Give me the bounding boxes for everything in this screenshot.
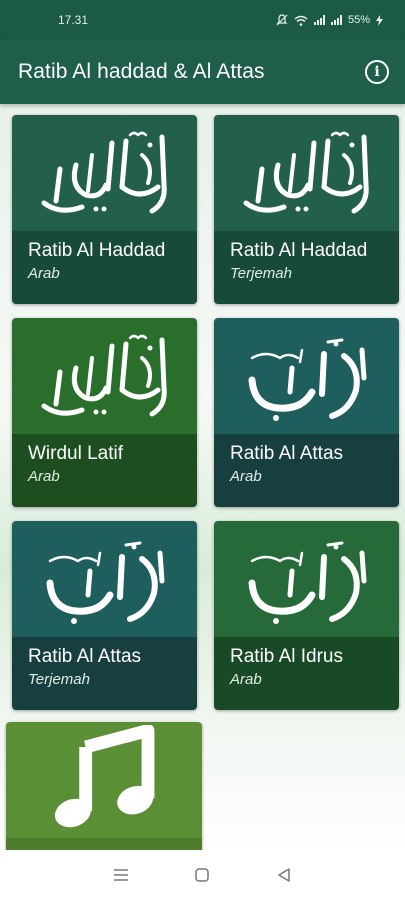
back-icon[interactable] — [276, 867, 292, 883]
card-subtitle: Arab — [28, 468, 60, 485]
status-time: 17.31 — [58, 13, 89, 27]
system-nav-bar — [0, 850, 405, 900]
status-bar: 17.31 55% — [0, 0, 405, 40]
card-image — [12, 318, 197, 434]
card-text: Ratib Al Haddad Terjemah — [214, 231, 399, 304]
attas-calligraphy — [248, 541, 366, 624]
card-image — [214, 115, 399, 231]
card-subtitle: Terjemah — [28, 671, 90, 688]
card-subtitle: Arab — [28, 265, 60, 282]
music-note-icon — [54, 725, 155, 828]
card-text: Ratib Al Idrus Arab — [214, 637, 399, 710]
menu-grid: Ratib Al Haddad Arab Ratib Al Haddad Ter… — [0, 104, 405, 850]
haddad-calligraphy — [243, 131, 369, 214]
wifi-icon — [294, 15, 308, 26]
card-text: Ratib Al Haddad Arab — [12, 231, 197, 304]
card-ratib-al-idrus-arab[interactable]: Ratib Al Idrus Arab — [214, 521, 399, 710]
signal-icon — [330, 15, 342, 25]
card-title: Ratib Al Attas — [230, 443, 344, 464]
battery-percent: 55% — [347, 14, 370, 26]
card-title: Ratib Al Haddad — [28, 240, 166, 261]
card-ratib-al-haddad-arab[interactable]: Ratib Al Haddad Arab — [12, 115, 197, 304]
menu-icon[interactable] — [113, 868, 129, 882]
card-title: Ratib Al Idrus — [230, 646, 343, 667]
card-image — [6, 722, 202, 838]
haddad-calligraphy — [41, 131, 167, 214]
card-text: Wirdul Latif Arab — [12, 434, 197, 507]
attas-calligraphy — [248, 338, 366, 421]
card-title: Ratib Al Attas — [28, 646, 142, 667]
info-icon[interactable]: i — [365, 60, 389, 84]
home-icon[interactable] — [194, 867, 210, 883]
card-text: Ratib Al Attas Terjemah — [12, 637, 197, 710]
card-audio[interactable] — [6, 722, 202, 850]
app-bar: Ratib Al haddad & Al Attas i — [0, 40, 405, 104]
card-ratib-al-haddad-terjemah[interactable]: Ratib Al Haddad Terjemah — [214, 115, 399, 304]
card-title: Ratib Al Haddad — [230, 240, 368, 261]
card-image — [214, 318, 399, 434]
signal-icon — [313, 15, 325, 25]
attas-calligraphy — [46, 541, 164, 624]
mute-icon — [276, 14, 288, 26]
card-ratib-al-attas-arab[interactable]: Ratib Al Attas Arab — [214, 318, 399, 507]
card-wirdul-latif-arab[interactable]: Wirdul Latif Arab — [12, 318, 197, 507]
card-subtitle: Terjemah — [230, 265, 292, 282]
status-icons: 55% — [276, 14, 383, 26]
app-title: Ratib Al haddad & Al Attas — [18, 60, 265, 83]
card-text — [6, 838, 202, 850]
card-image — [214, 521, 399, 637]
card-image — [12, 521, 197, 637]
card-title: Wirdul Latif — [28, 443, 124, 464]
card-text: Ratib Al Attas Arab — [214, 434, 399, 507]
haddad-calligraphy — [41, 334, 167, 417]
card-ratib-al-attas-terjemah[interactable]: Ratib Al Attas Terjemah — [12, 521, 197, 710]
charging-icon — [376, 14, 383, 26]
card-subtitle: Arab — [230, 468, 262, 485]
card-image — [12, 115, 197, 231]
card-subtitle: Arab — [230, 671, 262, 688]
